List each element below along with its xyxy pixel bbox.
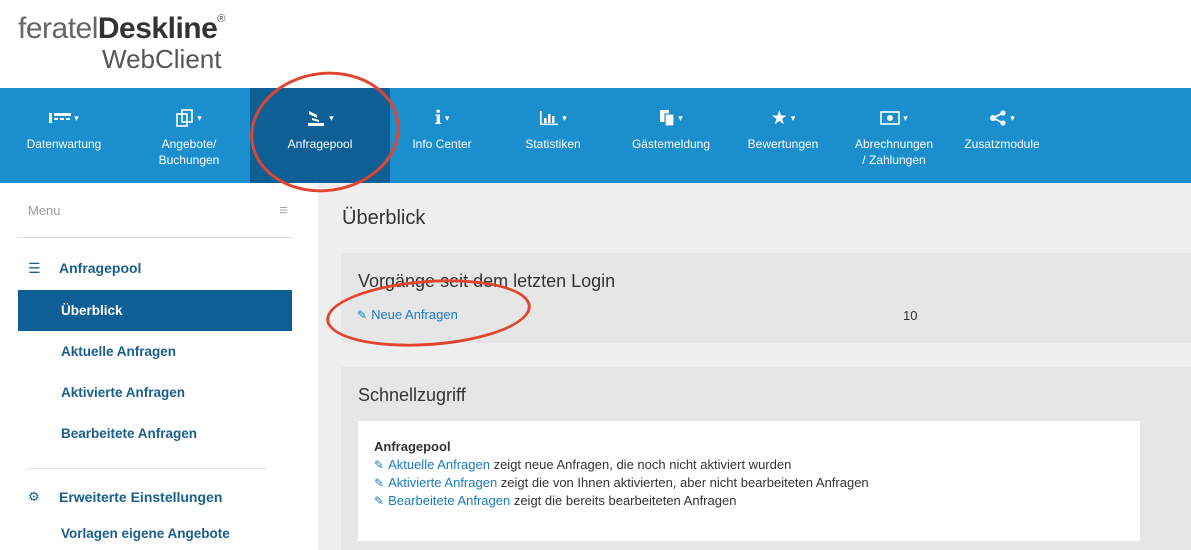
nav-item-bewertungen[interactable]: ★ ▾ Bewertungen xyxy=(730,88,836,183)
logo-product: Deskline xyxy=(97,12,218,45)
nav-item-datenwartung[interactable]: ▾ Datenwartung xyxy=(0,88,128,183)
neue-anfragen-count: 10 xyxy=(903,308,918,323)
menu-toggle-icon[interactable]: ≡ xyxy=(279,202,288,219)
nav-item-anfragepool[interactable]: ▾ Anfragepool xyxy=(250,88,390,183)
aktivierte-anfragen-link[interactable]: Aktivierte Anfragen xyxy=(388,475,497,490)
bearbeitete-anfragen-link[interactable]: Bearbeitete Anfragen xyxy=(388,493,510,508)
pencil-icon: ✎ xyxy=(374,476,385,490)
sidebar-section-title: Anfragepool xyxy=(59,260,142,276)
logo-title: feratelDeskline® xyxy=(18,14,225,44)
nav-label: Info Center xyxy=(412,137,472,151)
inbox-hand-icon: ▾ xyxy=(306,106,334,130)
money-icon: ▾ xyxy=(880,106,908,130)
nav-item-statistiken[interactable]: ▾ Statistiken xyxy=(494,88,612,183)
neue-anfragen-link[interactable]: ✎ Neue Anfragen xyxy=(357,307,458,322)
star-icon: ★ ▾ xyxy=(770,107,796,129)
card-title: Anfragepool xyxy=(374,439,451,454)
quick-access-line: ✎ Aktivierte Anfragen zeigt die von Ihnen… xyxy=(374,474,1124,492)
menu-header: Menu ≡ xyxy=(18,183,292,238)
sidebar: Menu ≡ ☰ Anfragepool Überblick Aktuelle … xyxy=(18,183,292,550)
logo-subtitle: WebClient xyxy=(102,44,222,74)
header: feratelDeskline® WebClient xyxy=(0,0,1191,88)
line-description: zeigt neue Anfragen, die noch nicht akti… xyxy=(489,457,792,472)
sidebar-section-anfragepool[interactable]: ☰ Anfragepool xyxy=(18,246,292,290)
feratel-deskline-logo[interactable]: feratelDeskline® WebClient xyxy=(18,14,225,74)
documents-icon: ▾ xyxy=(659,106,683,130)
panel-title: Vorgänge seit dem letzten Login xyxy=(358,271,616,291)
logo-registered-mark: ® xyxy=(217,13,225,25)
main-content: Überblick Vorgänge seit dem letzten Logi… xyxy=(318,183,1191,550)
logo-brand: feratel xyxy=(18,12,98,45)
main-navigation: ▾ Datenwartung ▾ Angebote/ Buchungen ▾ A… xyxy=(0,88,1191,183)
aktuelle-anfragen-link[interactable]: Aktuelle Anfragen xyxy=(388,457,490,472)
calendar-list-icon: ▾ xyxy=(49,106,79,130)
quick-access-line: ✎ Aktuelle Anfragen zeigt neue Anfragen, … xyxy=(374,456,1124,474)
nav-item-info-center[interactable]: i ▾ Info Center xyxy=(390,88,494,183)
pencil-icon: ✎ xyxy=(374,458,385,472)
nav-label: Statistiken xyxy=(525,137,581,151)
line-description: zeigt die bereits bearbeiteten Anfragen xyxy=(510,493,737,508)
nav-label: Datenwartung xyxy=(26,137,102,151)
bar-chart-icon: ▾ xyxy=(539,106,567,130)
panel-title: Schnellzugriff xyxy=(358,385,466,405)
sidebar-item-bearbeitete-anfragen[interactable]: Bearbeitete Anfragen xyxy=(18,413,292,454)
copy-icon: ▾ xyxy=(176,106,202,130)
nav-label: Anfragepool xyxy=(287,137,353,151)
nav-label: Gästemeldung xyxy=(631,137,711,151)
sidebar-item-aktuelle-anfragen[interactable]: Aktuelle Anfragen xyxy=(18,331,292,372)
share-icon: ▾ xyxy=(989,106,1015,130)
nav-item-zusatzmodule[interactable]: ▾ Zusatzmodule xyxy=(952,88,1052,183)
nav-label: Angebote/ Buchungen xyxy=(158,137,220,167)
sidebar-section-erweiterte-einstellungen[interactable]: ⚙ Erweiterte Einstellungen xyxy=(18,483,292,511)
nav-item-gaestemeldung[interactable]: ▾ Gästemeldung xyxy=(612,88,730,183)
nav-label: Bewertungen xyxy=(747,137,819,151)
panel-quick-access: Schnellzugriff Anfragepool ✎ Aktuelle Anf… xyxy=(341,367,1191,550)
info-icon: i ▾ xyxy=(434,107,450,129)
quick-access-line: ✎ Bearbeitete Anfragen zeigt die bereits … xyxy=(374,492,1124,510)
line-description: zeigt die von Ihnen aktivierten, aber ni… xyxy=(497,475,869,490)
nav-label: Zusatzmodule xyxy=(964,137,1040,151)
pencil-icon: ✎ xyxy=(374,494,385,508)
sidebar-item-ueberblick[interactable]: Überblick xyxy=(18,290,292,331)
page-title: Überblick xyxy=(342,207,426,229)
pencil-icon: ✎ xyxy=(357,307,368,322)
nav-item-abrechnungen-zahlungen[interactable]: ▾ Abrechnungen / Zahlungen xyxy=(836,88,952,183)
sidebar-item-vorlagen-eigene-angebote[interactable]: Vorlagen eigene Angebote xyxy=(18,511,292,550)
quick-access-card: Anfragepool ✎ Aktuelle Anfragen zeigt neu… xyxy=(358,421,1140,541)
sidebar-section-title: Erweiterte Einstellungen xyxy=(59,489,223,505)
cogs-icon: ⚙ xyxy=(28,489,40,504)
menu-label: Menu xyxy=(28,202,61,218)
neue-anfragen-label: Neue Anfragen xyxy=(371,307,458,322)
list-icon: ☰ xyxy=(28,259,41,276)
panel-recent-activity: Vorgänge seit dem letzten Login ✎ Neue A… xyxy=(341,253,1191,343)
nav-label: Abrechnungen / Zahlungen xyxy=(854,137,934,167)
sidebar-item-aktivierte-anfragen[interactable]: Aktivierte Anfragen xyxy=(18,372,292,413)
nav-item-angebote-buchungen[interactable]: ▾ Angebote/ Buchungen xyxy=(128,88,250,183)
sidebar-divider xyxy=(28,468,266,469)
